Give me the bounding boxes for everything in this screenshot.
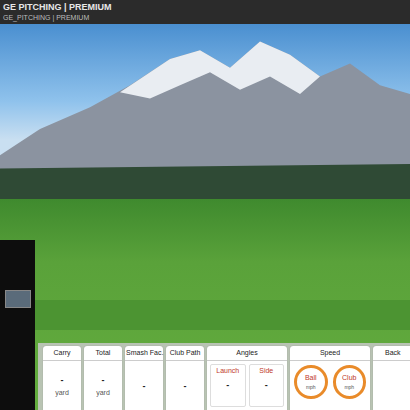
angles-label: Angles	[207, 346, 287, 361]
grass-stripe	[0, 300, 410, 330]
subtitle: GE_PITCHING | PREMIUM	[3, 13, 406, 22]
camera-screen	[5, 290, 31, 308]
stat-card: Club Path -	[166, 346, 204, 410]
speed-gauge: Club mph	[333, 365, 367, 399]
camera-preview[interactable]	[0, 240, 35, 410]
stat-value: -	[102, 375, 105, 385]
stats-panel: Carry-yardTotal-yardSmash Fac.-Club Path…	[38, 343, 410, 410]
angles-card: Angles Launch - Side -	[207, 346, 287, 410]
stat-label: Club Path	[166, 346, 204, 361]
stat-label: Total	[84, 346, 122, 361]
angle-label: Launch	[216, 367, 239, 375]
speed-row: Ball mph Club mph	[290, 361, 370, 410]
angle-value: -	[226, 380, 229, 390]
angle-label: Side	[259, 367, 273, 375]
stat-label: Carry	[43, 346, 81, 361]
range-view: Carry-yardTotal-yardSmash Fac.-Club Path…	[0, 24, 410, 410]
gauge-label: Ball	[305, 374, 317, 382]
stat-card: Total - yard	[84, 346, 122, 410]
title-bar: GE PITCHING | PREMIUMGE_PITCHING | PREMI…	[0, 0, 410, 24]
mountain-icon	[0, 24, 410, 199]
angle-item: Side -	[249, 364, 285, 407]
speed-gauge: Ball mph	[294, 365, 328, 399]
simulator-screen: GE PITCHING | PREMIUMGE_PITCHING | PREMI…	[0, 0, 410, 410]
stat-unit: yard	[55, 389, 69, 397]
stat-card: Smash Fac. -	[125, 346, 163, 410]
stat-value-box: -	[166, 361, 204, 410]
angles-row: Launch - Side -	[207, 361, 287, 410]
title: GE PITCHING | PREMIUM	[3, 2, 406, 13]
speed-card: Speed Ball mph Club mph	[290, 346, 370, 410]
stat-card: Carry - yard	[43, 346, 81, 410]
stat-value-box: -	[125, 361, 163, 410]
angle-item: Launch -	[210, 364, 246, 407]
gauge-unit: mph	[306, 384, 316, 390]
stat-value-box: - yard	[43, 361, 81, 410]
stat-label: Smash Fac.	[125, 346, 163, 361]
stat-value-box: - yard	[84, 361, 122, 410]
back-value-box	[373, 361, 410, 410]
stat-unit: yard	[96, 389, 110, 397]
back-card: Back	[373, 346, 410, 410]
stat-value: -	[143, 381, 146, 391]
gauge-label: Club	[342, 374, 356, 382]
stat-value: -	[184, 381, 187, 391]
speed-label: Speed	[290, 346, 370, 361]
gauge-unit: mph	[344, 384, 354, 390]
back-label: Back	[373, 346, 410, 361]
stat-value: -	[61, 375, 64, 385]
angle-value: -	[265, 380, 268, 390]
